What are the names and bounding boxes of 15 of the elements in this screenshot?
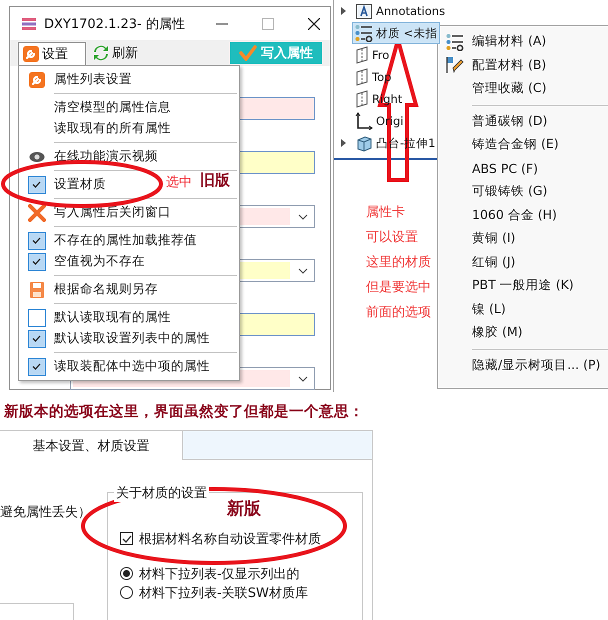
annotation-text: 属性卡 — [366, 204, 405, 222]
annotation-label: 旧版 — [200, 171, 230, 190]
annotation-text: 选中 — [166, 174, 192, 191]
option-label: 材料下拉列表-仅显示列出的 — [139, 566, 300, 582]
annotation-label: 新版 — [227, 498, 261, 520]
annotation-text: 这里的材质 — [366, 254, 431, 272]
window-title: DXY1702.1.23- 的属性 — [44, 16, 186, 32]
annotation-text: 可以设置 — [366, 229, 418, 247]
annotation-text: 但是要选中 — [366, 279, 431, 297]
label-text: 避免属性丢失） — [0, 504, 91, 521]
option-label: 根据材料名称自动设置零件材质 — [139, 530, 321, 548]
annotation-text: 前面的选项 — [366, 304, 431, 322]
group-title: 关于材质的设置 — [114, 484, 209, 502]
annotation-caption: 新版本的选项在这里，界面虽然变了但都是一个意思： — [2, 402, 364, 422]
option-label: 材料下拉列表-关联SW材质库 — [139, 584, 308, 602]
